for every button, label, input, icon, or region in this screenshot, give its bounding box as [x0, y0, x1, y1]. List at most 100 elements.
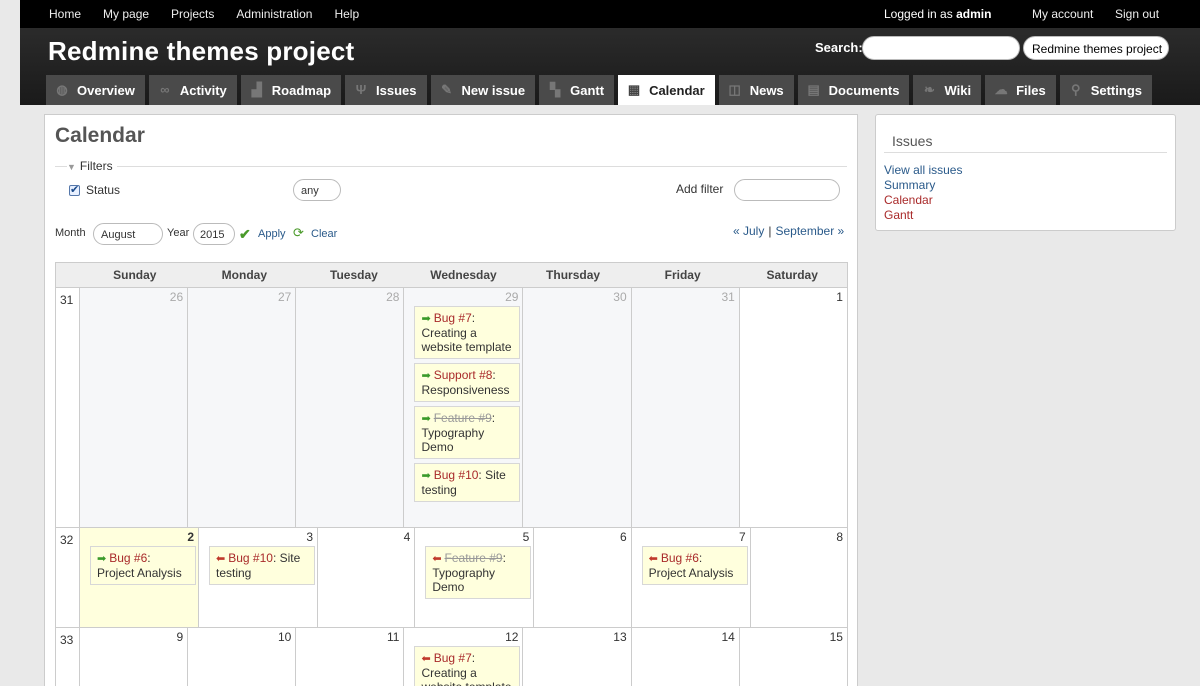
calendar-issue[interactable]: ➡ Support #8: Responsiveness: [414, 363, 521, 402]
issue-link[interactable]: Bug #7: [434, 651, 472, 665]
top-menu-my-page[interactable]: My page: [103, 7, 149, 21]
issue-subject: Project Analysis: [648, 566, 734, 580]
issue-colon: :: [272, 551, 280, 565]
issue-link[interactable]: Bug #7: [434, 311, 472, 325]
binoculars-icon: ∞: [160, 82, 170, 97]
sidebar: Issues View all issues Summary Calendar …: [875, 114, 1176, 231]
day-number: 4: [403, 530, 411, 544]
top-menu-administration[interactable]: Administration: [236, 7, 312, 21]
day-header: Wednesday: [430, 268, 497, 282]
reload-icon[interactable]: ⟳: [293, 225, 304, 241]
day-number: 27: [277, 290, 292, 304]
calendar-day-cell: 2 ➡ Bug #6: Project Analysis: [80, 528, 199, 627]
arrow-left-icon: ⬅: [421, 653, 431, 665]
tab-overview[interactable]: ◍ Overview: [46, 75, 145, 105]
tab-calendar[interactable]: ▦ Calendar: [618, 75, 715, 105]
tab-label: Issues: [376, 82, 417, 98]
day-number: 8: [836, 530, 843, 544]
week-number: 31: [56, 288, 80, 527]
arrow-left-icon: ⬅: [648, 553, 658, 565]
calendar-issue[interactable]: ⬅ Bug #10: Site testing: [209, 546, 315, 585]
search-label: Search:: [815, 40, 863, 55]
calendar-day-cell: 8: [751, 528, 848, 627]
logged-in-text: Logged in as admin: [884, 7, 991, 21]
calendar-issue[interactable]: ⬅Bug #7: Creating a website template: [414, 646, 521, 686]
calendar-day-cell: 28: [296, 288, 405, 527]
issue-link[interactable]: Feature #9: [434, 411, 492, 425]
issue-link[interactable]: Bug #10: [228, 551, 273, 565]
sign-out-link[interactable]: Sign out: [1115, 7, 1159, 21]
month-navigation: « July | September »: [733, 224, 844, 238]
calendar-day-cell: 4: [318, 528, 416, 627]
tab-activity[interactable]: ∞ Activity: [148, 75, 237, 105]
sidebar-link-calendar[interactable]: Calendar: [884, 193, 933, 207]
arrow-right-icon: ➡: [97, 553, 107, 565]
logged-in-user[interactable]: admin: [956, 7, 991, 21]
fork-icon: Ψ: [355, 82, 367, 97]
calendar-day-cell: 10: [188, 628, 297, 686]
day-number: 6: [619, 530, 627, 544]
day-header: Friday: [664, 268, 701, 282]
prev-month-link[interactable]: « July: [733, 224, 764, 238]
sidebar-divider: [884, 152, 1167, 153]
calendar-issue[interactable]: ⬅ Bug #6: Project Analysis: [641, 546, 748, 585]
tab-gantt[interactable]: ▚ Gantt: [539, 75, 615, 105]
tab-label: New issue: [461, 82, 526, 98]
top-menu-help[interactable]: Help: [334, 7, 359, 21]
calendar-issue[interactable]: ⬅ Feature #9: Typography Demo: [425, 546, 532, 599]
issue-colon: :: [471, 311, 476, 325]
status-filter-label: Status: [86, 183, 121, 197]
tab-files[interactable]: ☁ Files: [985, 75, 1056, 105]
sidebar-link-gantt[interactable]: Gantt: [884, 208, 913, 222]
calendar-issue[interactable]: ➡ Bug #10: Site testing: [414, 463, 521, 502]
tab-settings[interactable]: ⚲ Settings: [1059, 75, 1152, 105]
calendar-day-cell: 31: [631, 288, 740, 527]
top-menu-home[interactable]: Home: [49, 7, 81, 21]
status-operator-select[interactable]: any: [293, 179, 341, 201]
issue-link[interactable]: Support #8: [434, 368, 493, 382]
day-header: Tuesday: [330, 268, 378, 282]
issue-link[interactable]: Bug #10: [434, 468, 479, 482]
apply-link[interactable]: Apply: [258, 228, 286, 240]
plug-icon: ⚲: [1070, 82, 1081, 97]
status-filter-checkbox[interactable]: [69, 183, 80, 196]
triangle-down-icon: ▼: [67, 162, 76, 172]
tab-documents[interactable]: ▤ Documents: [797, 75, 910, 105]
tab-news[interactable]: ◫ News: [718, 75, 794, 105]
next-month-link[interactable]: September »: [775, 224, 844, 238]
calendar-issue[interactable]: ➡ Feature #9: Typography Demo: [414, 406, 521, 459]
filters-toggle[interactable]: ▼ Filters: [67, 159, 117, 173]
year-select[interactable]: 2015: [193, 223, 235, 245]
issue-colon: :: [502, 551, 506, 565]
tab-roadmap[interactable]: ▟ Roadmap: [240, 75, 342, 105]
tab-issues[interactable]: Ψ Issues: [345, 75, 427, 105]
arrow-right-icon: ➡: [421, 470, 431, 482]
tab-wiki[interactable]: ❧ Wiki: [913, 75, 982, 105]
day-number: 9: [176, 630, 184, 644]
issue-link[interactable]: Feature #9: [445, 551, 503, 565]
page-title: Calendar: [55, 124, 145, 147]
clear-link[interactable]: Clear: [311, 228, 337, 240]
calendar-day-cell: 13: [523, 628, 632, 686]
filters-divider: [55, 166, 847, 167]
calendar-issue[interactable]: ➡ Bug #6: Project Analysis: [90, 546, 196, 585]
month-label: Month: [55, 227, 86, 239]
month-select[interactable]: August: [93, 223, 163, 245]
project-jump-select[interactable]: Redmine themes project: [1023, 36, 1169, 60]
calendar-day-cell: 27: [188, 288, 297, 527]
add-filter-select[interactable]: [734, 179, 840, 201]
issue-colon: :: [491, 411, 496, 425]
issue-link[interactable]: Bug #6: [661, 551, 699, 565]
day-number: 2: [187, 530, 194, 544]
sidebar-link-summary[interactable]: Summary: [884, 178, 935, 192]
calendar-issue[interactable]: ➡ Bug #7: Creating a website template: [414, 306, 521, 359]
day-number: 5: [522, 530, 530, 544]
tab-new-issue[interactable]: ✎ New issue: [430, 75, 536, 105]
search-input[interactable]: [862, 36, 1020, 60]
top-menu-projects[interactable]: Projects: [171, 7, 214, 21]
my-account-link[interactable]: My account: [1032, 7, 1093, 21]
checkmark-icon[interactable]: ✔: [239, 226, 251, 243]
sidebar-link-view-all-issues[interactable]: View all issues: [884, 163, 962, 177]
day-number: 15: [829, 630, 843, 644]
issue-link[interactable]: Bug #6: [109, 551, 147, 565]
